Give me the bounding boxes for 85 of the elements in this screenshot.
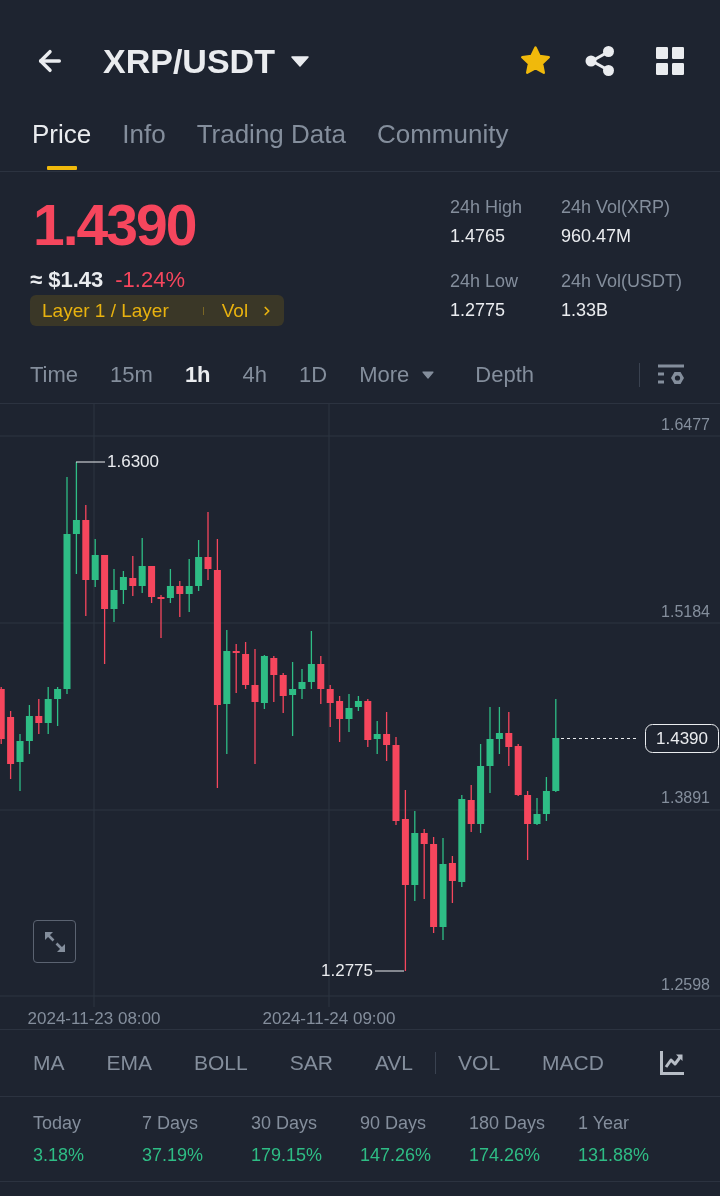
rising-candle xyxy=(44,686,52,735)
volume-link: Vol xyxy=(221,299,249,322)
interval-tab[interactable]: 1D xyxy=(299,361,328,388)
rising-candle xyxy=(138,537,146,594)
grid-icon[interactable] xyxy=(656,47,684,75)
tab[interactable]: Trading Data xyxy=(196,110,346,171)
high-price-label: 1.6300 xyxy=(107,452,159,471)
indicator-tab[interactable]: VOL xyxy=(458,1051,501,1075)
category-tag[interactable]: Layer 1 / Layer Vol xyxy=(30,295,285,326)
rising-candle xyxy=(260,654,268,710)
period-change: 3.18% xyxy=(33,1144,85,1166)
stat-value: 1.4765 xyxy=(450,225,507,247)
interval-tab[interactable]: Time xyxy=(30,361,79,388)
caret-icon xyxy=(422,370,435,379)
tab[interactable]: Community xyxy=(376,110,509,171)
rising-candle xyxy=(166,568,174,604)
period-label: Today xyxy=(33,1112,82,1134)
fullscreen-button[interactable] xyxy=(33,920,76,963)
period-change: 147.26% xyxy=(360,1144,432,1166)
interval-tab[interactable]: 15m xyxy=(110,361,153,388)
fiat-price: ≈ $1.43 xyxy=(30,267,104,293)
axis-label: 2024-11-24 09:00 xyxy=(262,1009,396,1028)
falling-candle xyxy=(129,555,137,597)
stat-label: 24h High xyxy=(450,196,524,218)
indicator-tab[interactable]: EMA xyxy=(106,1051,152,1075)
rising-candle xyxy=(91,538,99,588)
share-icon[interactable] xyxy=(585,46,615,76)
leader-line xyxy=(374,970,405,972)
tab[interactable]: Price xyxy=(32,110,92,171)
price-change: -1.24% xyxy=(115,267,185,293)
falling-candle xyxy=(448,855,456,904)
period-label: 90 Days xyxy=(360,1112,427,1134)
stat-label: 24h Low xyxy=(450,270,520,292)
star-icon[interactable] xyxy=(519,45,552,77)
falling-candle xyxy=(467,784,475,833)
falling-candle xyxy=(420,828,428,900)
falling-candle xyxy=(232,643,240,694)
period-label: 1 Year xyxy=(578,1112,630,1134)
stat-value: 960.47M xyxy=(561,225,633,247)
axis-label: 1.5184 xyxy=(661,603,710,620)
falling-candle xyxy=(0,686,5,745)
period-change: 174.26% xyxy=(469,1144,541,1166)
indicator-tab[interactable]: AVL xyxy=(374,1051,414,1075)
period-label: 180 Days xyxy=(469,1112,546,1134)
interval-tab[interactable]: 4h xyxy=(242,361,268,388)
rising-candle xyxy=(195,539,203,592)
period-label: 30 Days xyxy=(251,1112,318,1134)
stat-label: 24h Vol(USDT) xyxy=(561,270,683,292)
category-label: Layer 1 / Layer xyxy=(42,299,169,322)
period-change: 131.88% xyxy=(578,1144,650,1166)
indicator-tab[interactable]: BOLL xyxy=(194,1051,248,1075)
expand-icon xyxy=(43,930,66,953)
axis-label: 2024-11-23 08:00 xyxy=(27,1009,161,1028)
falling-candle xyxy=(364,698,372,748)
axis-label: 1.6477 xyxy=(661,416,710,433)
chart-settings-icon[interactable] xyxy=(658,363,684,386)
axis-label: 1.2598 xyxy=(661,976,710,993)
tab[interactable]: Info xyxy=(122,110,166,171)
low-price-label: 1.2775 xyxy=(321,961,373,980)
rising-candle xyxy=(373,720,381,755)
last-price-tag: 1.4390 xyxy=(645,724,719,753)
last-price: 1.4390 xyxy=(33,197,196,254)
period-change: 179.15% xyxy=(251,1144,323,1166)
falling-candle xyxy=(336,695,344,743)
period-label: 7 Days xyxy=(142,1112,199,1134)
falling-candle xyxy=(524,790,532,861)
indicator-tab[interactable]: MA xyxy=(33,1051,65,1075)
rising-candle xyxy=(185,558,193,613)
line-chart-icon[interactable] xyxy=(660,1051,684,1075)
interval-tab[interactable]: 1h xyxy=(184,361,211,388)
indicator-tab[interactable]: MACD xyxy=(542,1051,604,1075)
indicator-tab[interactable]: SAR xyxy=(289,1051,333,1075)
caret-icon xyxy=(290,55,309,67)
falling-candle xyxy=(176,580,184,618)
stat-value: 1.2775 xyxy=(450,299,507,321)
falling-candle xyxy=(35,698,43,735)
leader-line xyxy=(75,461,106,463)
stat-label: 24h Vol(XRP) xyxy=(561,196,672,218)
falling-candle xyxy=(7,710,15,780)
pair-selector[interactable]: XRP/USDT xyxy=(103,41,309,81)
axis-label: 1.3891 xyxy=(661,789,710,806)
stat-value: 1.33B xyxy=(561,299,610,321)
period-change: 37.19% xyxy=(142,1144,204,1166)
more-menu-button[interactable]: More xyxy=(359,361,435,388)
view-tab[interactable]: Depth xyxy=(475,361,534,388)
